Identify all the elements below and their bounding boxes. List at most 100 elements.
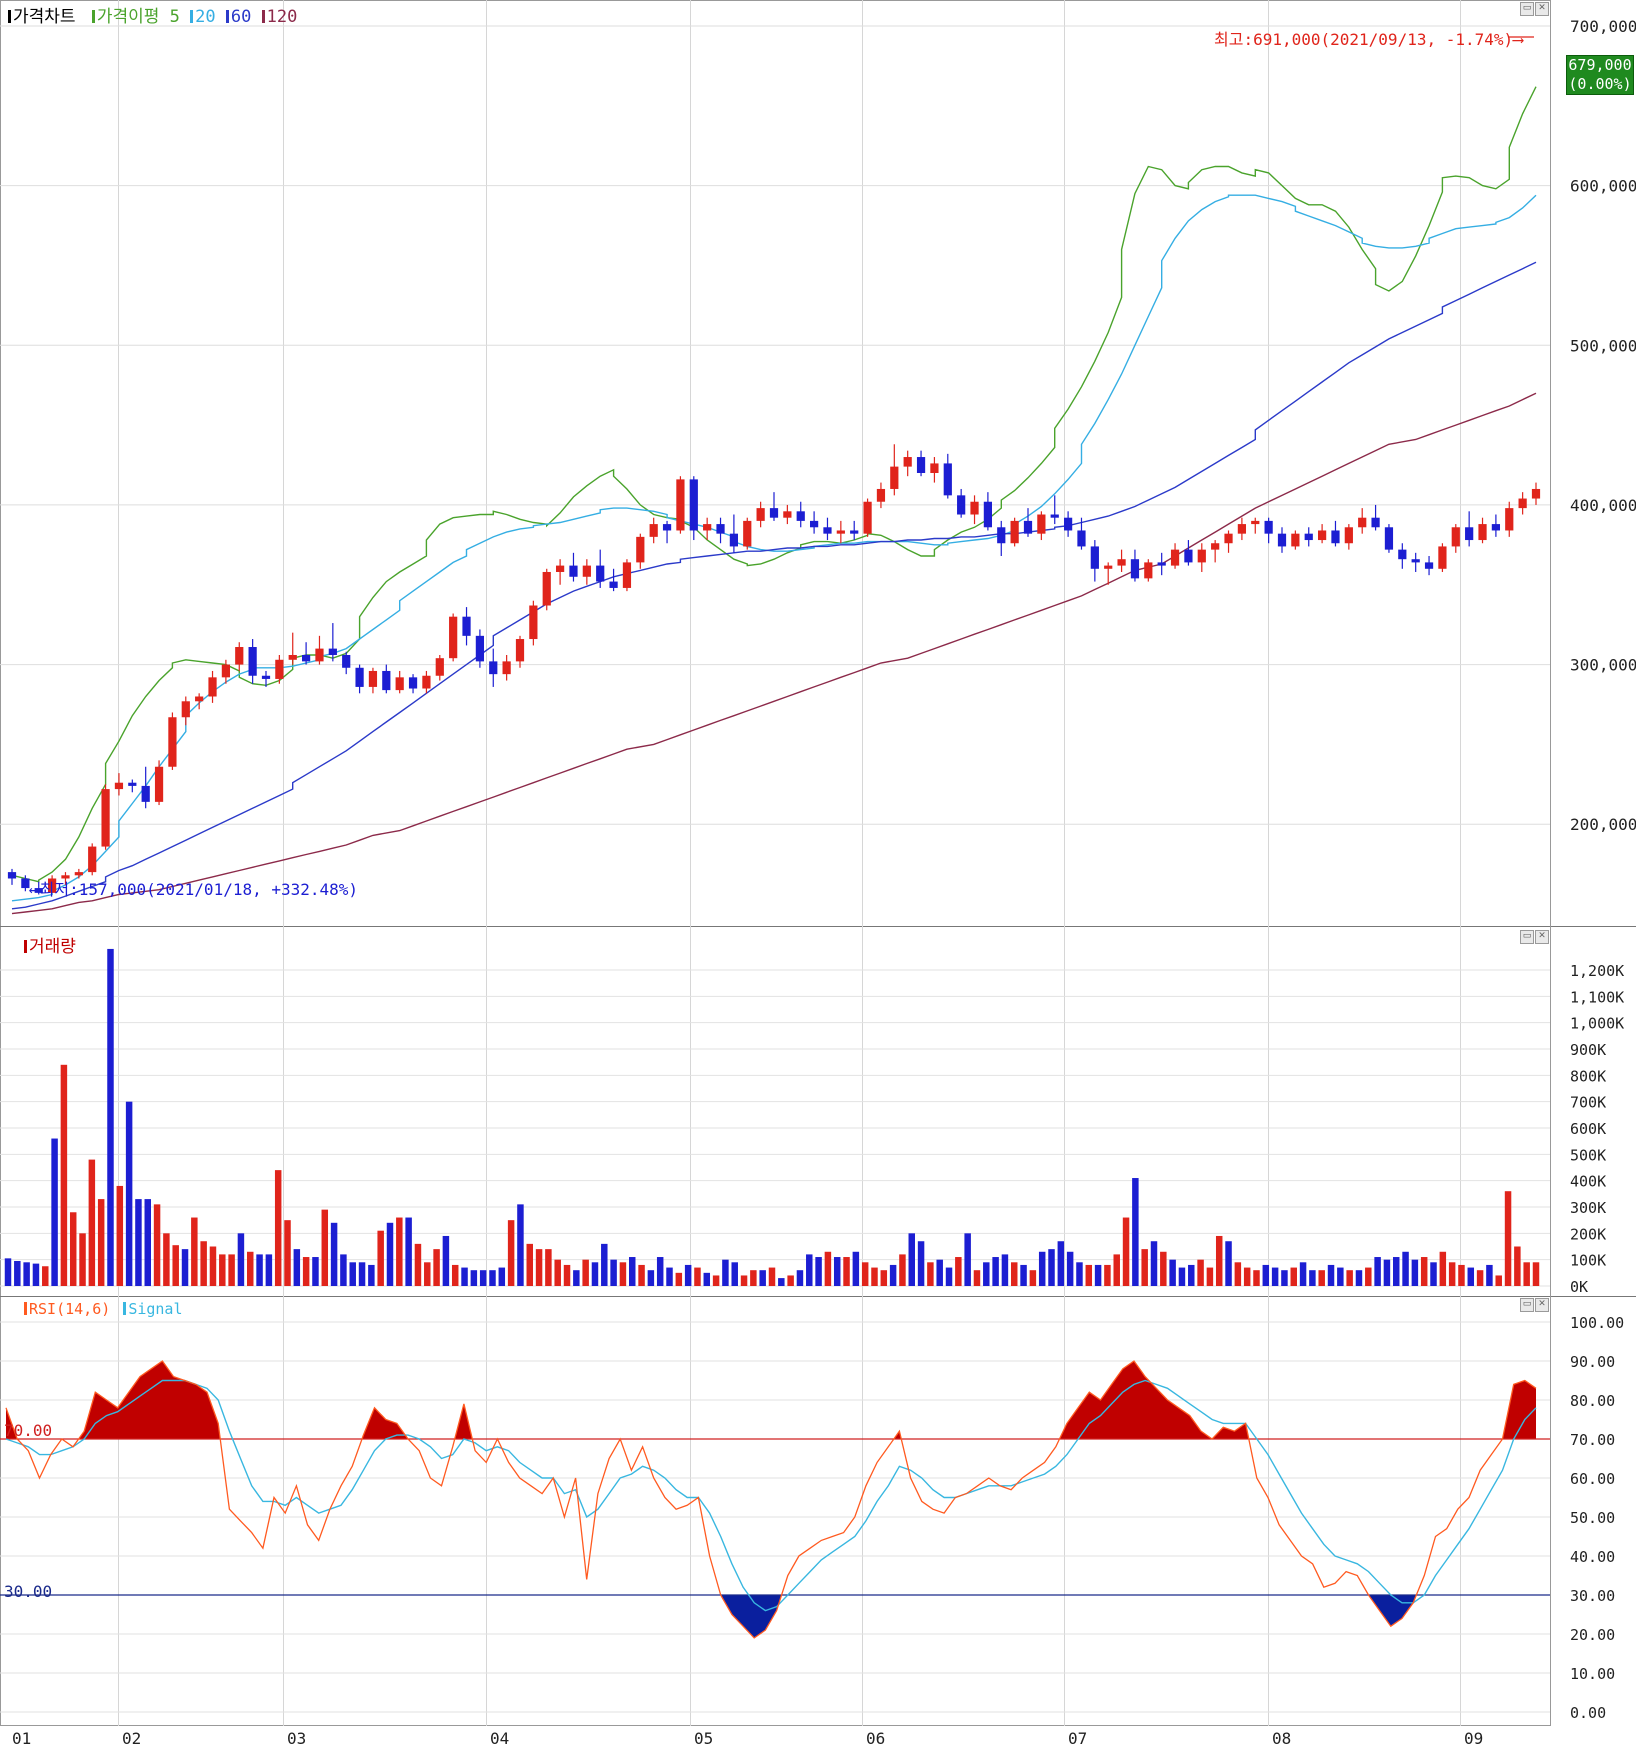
volume-bar — [1327, 1264, 1335, 1286]
candle-body — [154, 766, 164, 802]
candle-body — [449, 616, 458, 659]
volume-panel-close-button[interactable]: ✕ — [1535, 930, 1549, 944]
candle-body — [462, 616, 471, 636]
candle-body — [408, 677, 418, 689]
x-tick-label: 01 — [12, 1729, 31, 1748]
volume-tick-label: 800K — [1570, 1067, 1606, 1085]
volume-bar — [638, 1264, 645, 1286]
candle-body — [88, 846, 97, 873]
volume-bar — [843, 1257, 850, 1286]
volume-bar — [796, 1270, 804, 1286]
candle-body — [1505, 508, 1514, 531]
volume-bar — [247, 1251, 254, 1286]
candle-body — [435, 658, 444, 676]
low-annotation: ⟵최저:157,000(2021/01/18, +332.48%) — [30, 880, 359, 899]
volume-bar — [1523, 1262, 1530, 1286]
volume-tick-label: 200K — [1570, 1225, 1606, 1243]
volume-bar — [1439, 1251, 1447, 1286]
volume-bar — [42, 1266, 49, 1286]
volume-bar — [1309, 1270, 1316, 1286]
volume-bar — [4, 1258, 12, 1286]
ma20-label: 20 — [195, 7, 216, 27]
volume-bar — [1476, 1270, 1484, 1286]
volume-bar — [1262, 1264, 1270, 1286]
candle-body — [315, 648, 324, 662]
candle-body — [1010, 520, 1019, 544]
candle-body — [168, 717, 177, 767]
volume-bar — [358, 1262, 366, 1286]
rsi-panel-minimize-button[interactable]: ▭ — [1520, 1298, 1534, 1312]
price-panel-minimize-button[interactable]: ▭ — [1520, 2, 1534, 16]
candle-body — [529, 605, 538, 640]
candle-body — [382, 670, 391, 691]
volume-bar — [461, 1267, 468, 1286]
volume-bar — [526, 1243, 533, 1286]
volume-bar — [1188, 1264, 1195, 1286]
rsi-panel-close-button[interactable]: ✕ — [1535, 1298, 1549, 1312]
volume-tick-label: 0K — [1570, 1278, 1588, 1296]
volume-bar — [1057, 1241, 1065, 1286]
volume-bar — [992, 1257, 999, 1286]
ma-line-5 — [11, 86, 1537, 883]
volume-bar — [647, 1270, 655, 1286]
candle-body — [1197, 549, 1206, 563]
volume-bar — [321, 1209, 329, 1286]
candle-body — [609, 581, 618, 588]
volume-bar — [722, 1259, 729, 1286]
volume-bar — [135, 1199, 142, 1286]
volume-bar — [889, 1264, 897, 1286]
candle-body — [1491, 524, 1501, 531]
rsi-upper-label: 70.00 — [4, 1421, 53, 1440]
volume-bar — [14, 1260, 21, 1286]
volume-tick-label: 100K — [1570, 1252, 1606, 1270]
candle-body — [221, 664, 231, 678]
candle-body — [890, 466, 899, 489]
volume-bar — [1150, 1241, 1158, 1286]
price-tick-label: 200,000 — [1570, 815, 1636, 834]
volume-bar — [1271, 1267, 1279, 1286]
x-tick-label: 03 — [287, 1729, 306, 1748]
rsi-oversold-fill — [720, 1595, 782, 1638]
volume-bar — [340, 1254, 347, 1286]
candle-body — [395, 677, 404, 691]
volume-bar — [97, 1199, 105, 1286]
volume-bar — [517, 1204, 524, 1286]
candle-body — [769, 508, 779, 518]
rsi-oversold-fill — [1368, 1595, 1417, 1627]
candle-body — [275, 659, 284, 679]
candle-body — [649, 524, 658, 537]
x-tick-label: 06 — [866, 1729, 885, 1748]
volume-bar — [1169, 1259, 1176, 1286]
volume-bar — [1020, 1264, 1027, 1286]
volume-bar — [349, 1262, 356, 1286]
candle-body — [261, 675, 271, 679]
candle-body — [515, 639, 525, 662]
candle-body — [235, 647, 244, 665]
volume-bar — [936, 1259, 943, 1286]
volume-bar — [507, 1220, 515, 1286]
candle-body — [1344, 527, 1353, 544]
price-panel-close-button[interactable]: ✕ — [1535, 2, 1549, 16]
candle-body — [128, 782, 137, 786]
volume-bar — [917, 1241, 925, 1286]
volume-bar — [1383, 1259, 1391, 1286]
volume-bar — [983, 1262, 990, 1286]
volume-bar — [861, 1262, 869, 1286]
candle-body — [422, 675, 431, 689]
price-tick-label: 300,000 — [1570, 656, 1636, 675]
volume-bar — [479, 1270, 487, 1286]
candle-body — [1411, 559, 1420, 563]
volume-bar — [302, 1257, 310, 1286]
volume-bar — [51, 1138, 58, 1286]
volume-panel-minimize-button[interactable]: ▭ — [1520, 930, 1534, 944]
volume-bar — [1514, 1246, 1521, 1286]
ma-line-20 — [11, 194, 1537, 902]
candle-body — [114, 782, 124, 790]
volume-bar — [768, 1267, 776, 1286]
rsi-tick-label: 80.00 — [1570, 1392, 1615, 1410]
candle-body — [970, 501, 979, 515]
volume-bar — [405, 1217, 412, 1286]
candle-body — [141, 785, 150, 802]
volume-bar — [191, 1217, 198, 1286]
candle-body — [1424, 562, 1434, 569]
